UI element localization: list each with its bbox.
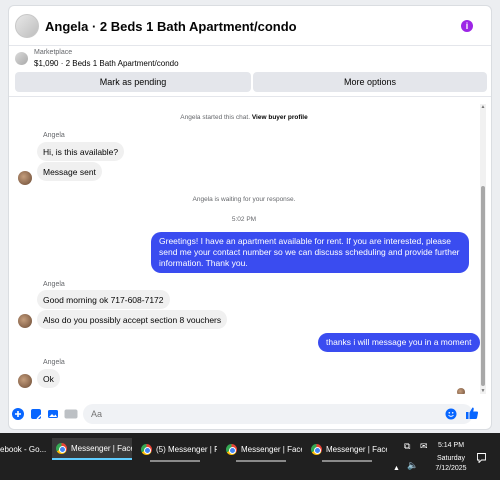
taskbar-item-label: ebook - Go... xyxy=(0,444,47,454)
sender-avatar[interactable] xyxy=(18,314,32,328)
emoji-icon[interactable] xyxy=(445,408,457,420)
clock-date[interactable]: 7/12/2025 xyxy=(431,465,471,472)
image-icon[interactable] xyxy=(47,408,59,420)
composer xyxy=(9,400,491,428)
taskbar: ebook - Go... Messenger | Faceb... (5) M… xyxy=(0,433,500,480)
sender-name: Angela xyxy=(43,132,65,139)
taskbar-item-label: (5) Messenger | Fac... xyxy=(156,444,217,454)
info-icon[interactable]: i xyxy=(461,20,473,32)
listing-title[interactable]: $1,090 · 2 Beds 1 Bath Apartment/condo xyxy=(34,59,179,68)
sender-avatar[interactable] xyxy=(18,171,32,185)
view-buyer-profile-link[interactable]: View buyer profile xyxy=(252,114,308,121)
listing-avatar[interactable] xyxy=(15,14,39,38)
sender-name: Angela xyxy=(43,281,65,288)
scroll-down-arrow[interactable]: ▼ xyxy=(480,388,486,394)
thumbs-up-icon[interactable] xyxy=(465,406,479,420)
scroll-thumb[interactable] xyxy=(481,186,485,386)
taskbar-item-ebook[interactable]: ebook - Go... xyxy=(0,438,48,460)
notification-icon[interactable] xyxy=(477,453,486,465)
plus-icon[interactable] xyxy=(12,408,24,420)
taskbar-item-label: Messenger | Faceb... xyxy=(326,444,387,454)
chat-title[interactable]: Angela · 2 Beds 1 Bath Apartment/condo xyxy=(45,19,297,34)
chat-header: Angela · 2 Beds 1 Bath Apartment/condo i xyxy=(9,6,491,46)
speaker-icon[interactable]: 🔈 xyxy=(407,460,418,471)
sender-avatar[interactable] xyxy=(18,374,32,388)
taskbar-running-indicator xyxy=(236,460,286,462)
taskbar-item-messenger-active[interactable]: Messenger | Faceb... xyxy=(52,438,132,460)
outgoing-message[interactable]: Greetings! I have an apartment available… xyxy=(151,232,469,273)
waiting-notice: Angela is waiting for your response. xyxy=(192,196,296,203)
message-list: Angela started this chat. View buyer pro… xyxy=(9,98,491,394)
taskbar-item-messenger[interactable]: Messenger | Faceb... xyxy=(307,438,387,460)
taskbar-item-messenger[interactable]: (5) Messenger | Fac... xyxy=(137,438,217,460)
chevron-up-icon[interactable]: ▲ xyxy=(393,465,400,472)
taskbar-running-indicator xyxy=(150,460,200,462)
chat-window: Angela · 2 Beds 1 Bath Apartment/condo i… xyxy=(8,5,492,430)
more-options-button[interactable]: More options xyxy=(253,72,487,92)
marketplace-label: Marketplace xyxy=(34,49,73,56)
taskbar-item-label: Messenger | Faceb... xyxy=(241,444,302,454)
marketplace-panel: Marketplace $1,090 · 2 Beds 1 Bath Apart… xyxy=(9,47,491,97)
chrome-icon xyxy=(141,443,152,455)
taskbar-running-indicator xyxy=(322,460,372,462)
incoming-message[interactable]: Also do you possibly accept section 8 vo… xyxy=(37,310,228,329)
chat-started-notice: Angela started this chat. View buyer pro… xyxy=(9,114,479,121)
message-timestamp: 5:02 PM xyxy=(231,216,257,223)
incoming-message[interactable]: Message sent xyxy=(37,162,102,181)
incoming-message[interactable]: Ok xyxy=(37,369,60,388)
listing-thumbnail[interactable] xyxy=(15,52,28,65)
mark-as-pending-button[interactable]: Mark as pending xyxy=(15,72,251,92)
chat-started-text: Angela started this chat. xyxy=(180,114,251,121)
sticker-icon[interactable] xyxy=(30,408,42,420)
taskbar-item-messenger[interactable]: Messenger | Faceb... xyxy=(222,438,302,460)
taskbar-item-label: Messenger | Faceb... xyxy=(71,443,132,453)
scroll-up-arrow[interactable]: ▲ xyxy=(480,104,486,110)
chrome-icon xyxy=(56,442,67,454)
chrome-icon xyxy=(311,443,322,455)
incoming-message[interactable]: Hi, is this available? xyxy=(37,142,125,161)
chrome-icon xyxy=(226,443,237,455)
gif-icon[interactable] xyxy=(64,408,78,420)
seen-indicator-avatar xyxy=(457,388,465,394)
network-icon[interactable]: ⧉ xyxy=(404,441,410,452)
incoming-message[interactable]: Good morning ok 717-608-7172 xyxy=(37,290,170,309)
scrollbar[interactable]: ▲ ▼ xyxy=(480,104,486,394)
clock-day[interactable]: Saturday xyxy=(431,455,471,462)
sender-name: Angela xyxy=(43,359,65,366)
messenger-tray-icon[interactable]: ✉ xyxy=(420,441,428,452)
message-input[interactable] xyxy=(83,404,473,424)
clock-time[interactable]: 5:14 PM xyxy=(431,442,471,449)
outgoing-message[interactable]: thanks i will message you in a moment xyxy=(318,333,480,352)
